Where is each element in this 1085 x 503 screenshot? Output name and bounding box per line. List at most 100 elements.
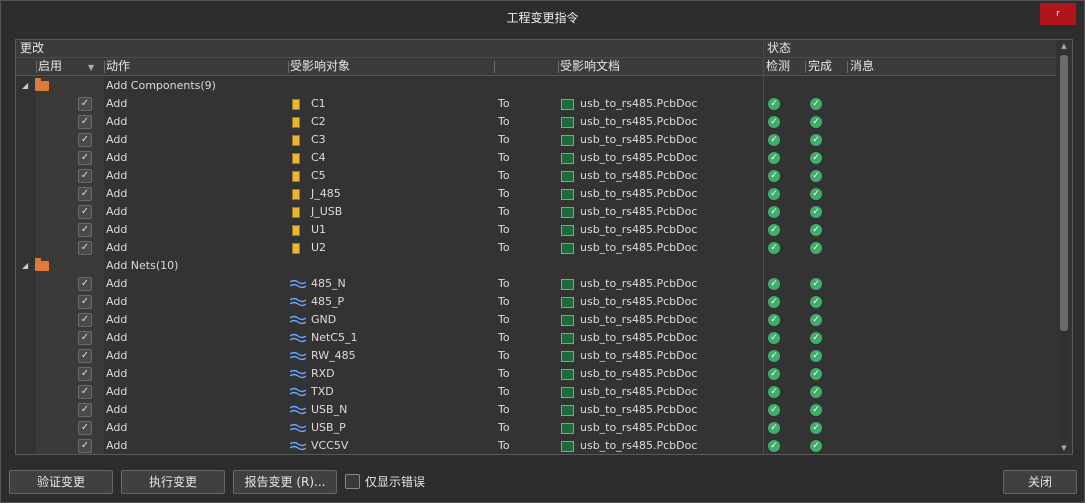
enable-checkbox[interactable]: ✓ [78, 385, 92, 399]
affected-object-cell: J_485 [311, 187, 341, 200]
component-icon [292, 225, 300, 236]
group-row[interactable]: ◢ Add Components(9) [16, 77, 1056, 95]
to-cell: To [498, 97, 510, 110]
enable-checkbox[interactable]: ✓ [78, 187, 92, 201]
to-cell: To [498, 385, 510, 398]
table-row[interactable]: ✓ Add U2 To usb_to_rs485.PcbDoc ✓ ✓ [16, 239, 1056, 257]
enable-checkbox[interactable]: ✓ [78, 367, 92, 381]
affected-object-cell: TXD [311, 385, 334, 398]
to-cell: To [498, 241, 510, 254]
table-row[interactable]: ✓ Add 485_P To usb_to_rs485.PcbDoc ✓ ✓ [16, 293, 1056, 311]
net-icon [290, 351, 306, 361]
table-row[interactable]: ✓ Add NetC5_1 To usb_to_rs485.PcbDoc ✓ ✓ [16, 329, 1056, 347]
collapse-icon[interactable]: ◢ [22, 257, 28, 275]
enable-checkbox[interactable]: ✓ [78, 97, 92, 111]
pcb-document-icon [561, 441, 574, 452]
column-affected-object[interactable]: 受影响对象 [290, 58, 350, 75]
enable-cell [36, 221, 104, 239]
column-done[interactable]: 完成 [808, 58, 832, 75]
column-divider[interactable] [104, 61, 105, 73]
enable-checkbox[interactable]: ✓ [78, 115, 92, 129]
enable-checkbox[interactable]: ✓ [78, 313, 92, 327]
table-row[interactable]: ✓ Add TXD To usb_to_rs485.PcbDoc ✓ ✓ [16, 383, 1056, 401]
table-row[interactable]: ✓ Add RXD To usb_to_rs485.PcbDoc ✓ ✓ [16, 365, 1056, 383]
table-row[interactable]: ✓ Add C2 To usb_to_rs485.PcbDoc ✓ ✓ [16, 113, 1056, 131]
done-ok-icon: ✓ [810, 152, 822, 164]
column-divider[interactable] [288, 61, 289, 73]
table-row[interactable]: ✓ Add C4 To usb_to_rs485.PcbDoc ✓ ✓ [16, 149, 1056, 167]
enable-checkbox[interactable]: ✓ [78, 439, 92, 453]
affected-object-cell: 485_N [311, 277, 346, 290]
done-ok-icon: ✓ [810, 278, 822, 290]
table-row[interactable]: ✓ Add USB_N To usb_to_rs485.PcbDoc ✓ ✓ [16, 401, 1056, 419]
action-cell: Add [106, 133, 128, 146]
enable-checkbox[interactable]: ✓ [78, 403, 92, 417]
validate-changes-button[interactable]: 验证变更 [9, 470, 113, 494]
table-row[interactable]: ✓ Add J_USB To usb_to_rs485.PcbDoc ✓ ✓ [16, 203, 1056, 221]
collapse-icon[interactable]: ◢ [22, 77, 28, 95]
column-divider[interactable] [558, 61, 559, 73]
enable-checkbox[interactable]: ✓ [78, 241, 92, 255]
enable-checkbox[interactable]: ✓ [78, 277, 92, 291]
check-ok-icon: ✓ [768, 278, 780, 290]
action-cell: Add [106, 187, 128, 200]
enable-cell [36, 95, 104, 113]
table-row[interactable]: ✓ Add 485_N To usb_to_rs485.PcbDoc ✓ ✓ [16, 275, 1056, 293]
enable-checkbox[interactable]: ✓ [78, 295, 92, 309]
group-row[interactable]: ◢ Add Nets(10) [16, 257, 1056, 275]
affected-object-cell: C2 [311, 115, 326, 128]
only-errors-checkbox[interactable] [345, 474, 360, 489]
column-divider[interactable] [805, 61, 806, 73]
execute-changes-button[interactable]: 执行变更 [121, 470, 225, 494]
done-ok-icon: ✓ [810, 440, 822, 452]
column-divider[interactable] [847, 61, 848, 73]
table-row[interactable]: ✓ Add C5 To usb_to_rs485.PcbDoc ✓ ✓ [16, 167, 1056, 185]
action-cell: Add [106, 421, 128, 434]
column-check[interactable]: 检测 [766, 58, 790, 75]
dialog-title: 工程变更指令 [506, 11, 579, 25]
close-icon[interactable]: r [1040, 3, 1076, 25]
group-label: Add Nets(10) [106, 259, 179, 272]
table-row[interactable]: ✓ Add C3 To usb_to_rs485.PcbDoc ✓ ✓ [16, 131, 1056, 149]
table-row[interactable]: ✓ Add VCC5V To usb_to_rs485.PcbDoc ✓ ✓ [16, 437, 1056, 454]
done-ok-icon: ✓ [810, 368, 822, 380]
table-row[interactable]: ✓ Add USB_P To usb_to_rs485.PcbDoc ✓ ✓ [16, 419, 1056, 437]
enable-checkbox[interactable]: ✓ [78, 151, 92, 165]
close-button[interactable]: 关闭 [1003, 470, 1077, 494]
chevron-down-icon[interactable]: ▼ [88, 59, 94, 76]
done-ok-icon: ✓ [810, 296, 822, 308]
to-cell: To [498, 349, 510, 362]
enable-checkbox[interactable]: ✓ [78, 133, 92, 147]
pcb-document-icon [561, 279, 574, 290]
table-row[interactable]: ✓ Add RW_485 To usb_to_rs485.PcbDoc ✓ ✓ [16, 347, 1056, 365]
component-icon [292, 153, 300, 164]
enable-cell [36, 239, 104, 257]
table-row[interactable]: ✓ Add C1 To usb_to_rs485.PcbDoc ✓ ✓ [16, 95, 1056, 113]
table-row[interactable]: ✓ Add GND To usb_to_rs485.PcbDoc ✓ ✓ [16, 311, 1056, 329]
scroll-thumb[interactable] [1060, 55, 1068, 331]
action-cell: Add [106, 241, 128, 254]
action-cell: Add [106, 331, 128, 344]
enable-checkbox[interactable]: ✓ [78, 331, 92, 345]
vertical-scrollbar[interactable]: ▲ ▼ [1056, 40, 1072, 454]
enable-checkbox[interactable]: ✓ [78, 349, 92, 363]
column-divider[interactable] [36, 61, 37, 73]
column-enable[interactable]: 启用 [38, 58, 62, 75]
table-row[interactable]: ✓ Add J_485 To usb_to_rs485.PcbDoc ✓ ✓ [16, 185, 1056, 203]
scroll-up-icon[interactable]: ▲ [1059, 42, 1069, 50]
enable-checkbox[interactable]: ✓ [78, 169, 92, 183]
enable-checkbox[interactable]: ✓ [78, 421, 92, 435]
column-affected-document[interactable]: 受影响文档 [560, 58, 620, 75]
net-icon [290, 333, 306, 343]
report-changes-button[interactable]: 报告变更 (R)... [233, 470, 337, 494]
enable-checkbox[interactable]: ✓ [78, 223, 92, 237]
column-action[interactable]: 动作 [106, 58, 130, 75]
scroll-down-icon[interactable]: ▼ [1059, 444, 1069, 452]
enable-checkbox[interactable]: ✓ [78, 205, 92, 219]
enable-cell [36, 311, 104, 329]
pcb-document-icon [561, 135, 574, 146]
table-row[interactable]: ✓ Add U1 To usb_to_rs485.PcbDoc ✓ ✓ [16, 221, 1056, 239]
enable-cell [36, 203, 104, 221]
column-message[interactable]: 消息 [850, 58, 874, 75]
column-divider[interactable] [494, 61, 495, 73]
